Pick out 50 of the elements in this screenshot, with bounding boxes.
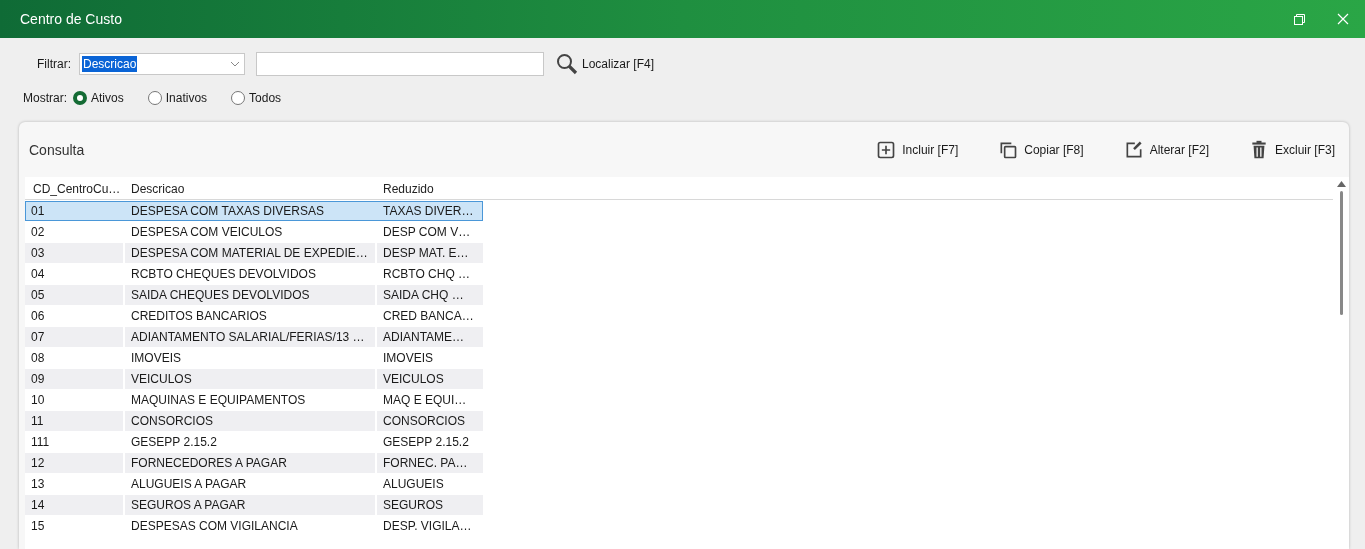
table-cell: ADIANTAME… <box>377 327 483 347</box>
radio-option[interactable]: Todos <box>231 91 282 105</box>
filter-label: Filtrar: <box>37 57 71 71</box>
search-field[interactable] <box>256 52 544 76</box>
add-button[interactable]: Incluir [F7] <box>876 139 959 160</box>
copy-button[interactable]: Copiar [F8] <box>998 139 1084 160</box>
table-cell: DESPESA COM MATERIAL DE EXPEDIE… <box>125 243 375 263</box>
table-cell: ADIANTAMENTO SALARIAL/FERIAS/13 … <box>125 327 375 347</box>
close-icon <box>1337 13 1349 25</box>
search-icon <box>556 53 578 75</box>
column-header[interactable]: Reduzido <box>375 182 483 196</box>
show-label: Mostrar: <box>23 91 67 105</box>
restore-icon <box>1293 13 1305 25</box>
table-cell: FORNEC. PA… <box>377 453 483 473</box>
plus-square-icon <box>876 139 897 160</box>
window-title: Centro de Custo <box>20 11 122 27</box>
table-cell: SAIDA CHQ … <box>377 285 483 305</box>
delete-button[interactable]: Excluir [F3] <box>1249 139 1335 160</box>
panel-title: Consulta <box>29 141 86 158</box>
table-cell: 12 <box>25 453 123 473</box>
chevron-down-icon <box>230 61 240 67</box>
column-header[interactable]: CD_CentroCu… <box>25 182 123 196</box>
table-cell: CONSORCIOS <box>377 411 483 431</box>
table-cell: 05 <box>25 285 123 305</box>
table-cell: 09 <box>25 369 123 389</box>
table-cell: VEICULOS <box>377 369 483 389</box>
table-cell: CONSORCIOS <box>125 411 375 431</box>
table-cell: SEGUROS <box>377 495 483 515</box>
table-cell: SEGUROS A PAGAR <box>125 495 375 515</box>
table-cell: DESP MAT. E… <box>377 243 483 263</box>
table-cell: 03 <box>25 243 123 263</box>
table-cell-text: 01 <box>30 203 46 220</box>
table-cell-text: DESPESA COM TAXAS DIVERSAS <box>130 203 325 220</box>
scrollbar-thumb[interactable] <box>1339 191 1343 315</box>
filter-dropdown[interactable]: Descricao <box>79 53 245 75</box>
edit-button[interactable]: Alterar [F2] <box>1123 139 1209 160</box>
table-cell-text: TAXAS DIVER… <box>382 203 475 220</box>
table-cell: SAIDA CHEQUES DEVOLVIDOS <box>125 285 375 305</box>
table-cell: VEICULOS <box>125 369 375 389</box>
radio-option[interactable]: Inativos <box>147 91 208 105</box>
table-cell: 07 <box>25 327 123 347</box>
table-cell: FORNECEDORES A PAGAR <box>125 453 375 473</box>
selected-row[interactable]: 01 DESPESA COM TAXAS DIVERSAS TAXAS DIVER… <box>25 201 483 221</box>
column-header[interactable]: Descricao <box>123 182 375 196</box>
radio-option[interactable]: Ativos <box>73 91 124 105</box>
trash-icon <box>1249 139 1269 160</box>
table-cell: 11 <box>25 411 123 431</box>
find-button[interactable]: Localizar [F4] <box>556 53 655 75</box>
scroll-up-icon[interactable] <box>1336 181 1346 187</box>
table-cell: 14 <box>25 495 123 515</box>
